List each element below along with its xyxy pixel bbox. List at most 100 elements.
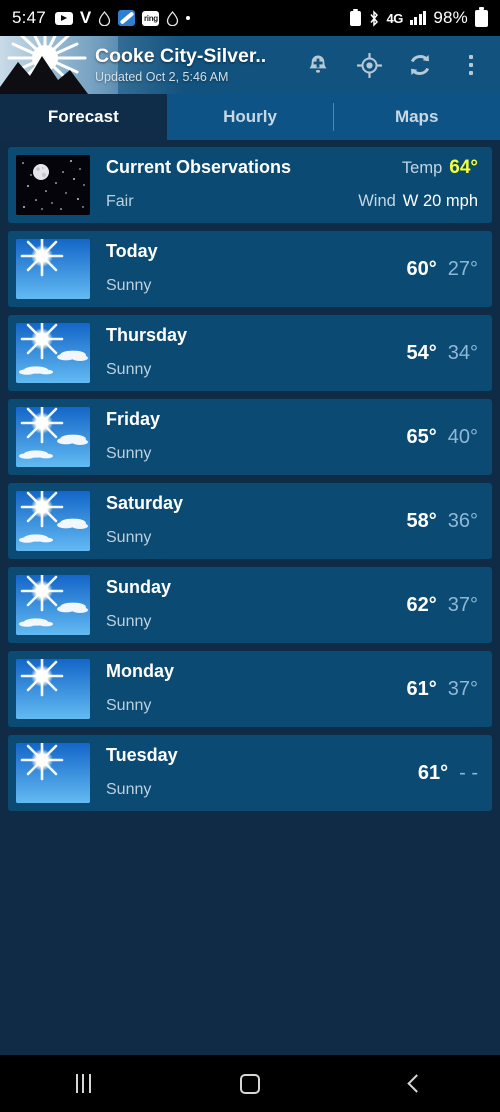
forecast-row-sunday[interactable]: Sunday Sunny 62° 37°	[8, 567, 492, 643]
forecast-day: Monday	[106, 661, 175, 681]
sunny-clouds-icon	[16, 575, 90, 635]
forecast-row-friday[interactable]: Friday Sunny 65° 40°	[8, 399, 492, 475]
forecast-temps: 54° 34°	[407, 323, 485, 383]
locate-button[interactable]	[356, 52, 382, 78]
app-header: Cooke City-Silver.. Updated Oct 2, 5:46 …	[0, 36, 500, 94]
current-observations-card[interactable]: Current Observations Fair Temp 64° Wind W …	[8, 147, 492, 223]
forecast-temps: 65° 40°	[407, 407, 485, 467]
forecast-low: 27°	[447, 257, 478, 280]
android-nav-bar	[0, 1055, 500, 1112]
ring-icon: ring	[142, 10, 160, 26]
battery-saver-icon	[349, 8, 361, 26]
forecast-row-monday[interactable]: Monday Sunny 61° 37°	[8, 651, 492, 727]
battery-percent: 98%	[433, 8, 468, 27]
v-letter-icon: V	[79, 8, 92, 27]
updated-timestamp: Updated Oct 2, 5:46 AM	[95, 69, 229, 84]
home-icon	[240, 1073, 260, 1094]
observations-text: Current Observations Fair	[90, 155, 358, 215]
forecast-row-tuesday[interactable]: Tuesday Sunny 61° - -	[8, 735, 492, 811]
drop-icon	[98, 10, 111, 26]
forecast-text: Thursday Sunny	[90, 323, 407, 383]
drop-icon-2	[166, 10, 179, 26]
forecast-high: 54°	[406, 341, 437, 364]
forecast-temps: 61° 37°	[407, 659, 485, 719]
page-title: Cooke City-Silver..	[95, 45, 267, 68]
refresh-icon	[410, 55, 430, 75]
battery-icon	[475, 7, 488, 27]
forecast-day: Friday	[106, 409, 161, 429]
recents-button[interactable]	[0, 1074, 167, 1093]
forecast-row-thursday[interactable]: Thursday Sunny 54° 34°	[8, 315, 492, 391]
forecast-high: 61°	[417, 761, 449, 784]
forecast-condition: Sunny	[106, 613, 152, 630]
forecast-high: 62°	[406, 593, 437, 616]
tab-maps[interactable]: Maps	[333, 94, 500, 140]
forecast-low: 37°	[447, 677, 478, 700]
tab-hourly[interactable]: Hourly	[167, 94, 334, 140]
forecast-day: Today	[106, 241, 158, 261]
forecast-text: Sunday Sunny	[90, 575, 407, 635]
add-alert-button[interactable]	[305, 52, 331, 78]
forecast-low: - -	[459, 761, 478, 784]
header-actions	[305, 52, 500, 78]
sunny-icon	[16, 659, 90, 719]
wind-row: Wind W 20 mph	[358, 192, 478, 211]
forecast-text: Friday Sunny	[90, 407, 407, 467]
overflow-menu-button[interactable]	[458, 52, 484, 78]
forecast-row-saturday[interactable]: Saturday Sunny 58° 36°	[8, 483, 492, 559]
forecast-day: Tuesday	[106, 745, 178, 765]
forecast-temps: 58° 36°	[407, 491, 485, 551]
refresh-button[interactable]	[407, 52, 433, 78]
wind-value: W 20 mph	[402, 192, 478, 210]
kebab-dot	[468, 70, 474, 76]
kebab-dot	[468, 54, 474, 60]
forecast-low: 34°	[447, 341, 478, 364]
back-button[interactable]	[333, 1074, 500, 1093]
forecast-condition: Sunny	[106, 361, 152, 378]
status-bar-left: 5:47 V ring	[12, 8, 191, 28]
sunny-icon	[16, 239, 90, 299]
forecast-low: 36°	[447, 509, 478, 532]
home-button[interactable]	[167, 1073, 334, 1094]
temp-value: 64°	[449, 157, 478, 178]
dot-icon	[186, 16, 191, 20]
forecast-text: Today Sunny	[90, 239, 407, 299]
observations-values: Temp 64° Wind W 20 mph	[358, 155, 484, 215]
forecast-condition: Sunny	[106, 445, 152, 462]
phone-screen: 5:47 V ring 4G 98% Cooke City-Silver.. U…	[0, 0, 500, 1112]
tab-forecast[interactable]: Forecast	[0, 94, 167, 140]
sunny-clouds-icon	[16, 491, 90, 551]
crosshair-icon	[356, 52, 382, 78]
forecast-day: Thursday	[106, 325, 188, 345]
forecast-high: 58°	[406, 509, 437, 532]
status-bar: 5:47 V ring 4G 98%	[0, 0, 500, 36]
forecast-temps: 62° 37°	[407, 575, 485, 635]
wind-label: Wind	[358, 192, 396, 210]
status-clock: 5:47	[12, 8, 46, 27]
forecast-condition: Sunny	[106, 781, 152, 798]
forecast-condition: Sunny	[106, 277, 152, 294]
network-4g-icon: 4G	[386, 10, 404, 26]
forecast-row-today[interactable]: Today Sunny 60° 27°	[8, 231, 492, 307]
sunny-clouds-icon	[16, 323, 90, 383]
forecast-low: 37°	[447, 593, 478, 616]
kebab-dot	[468, 62, 474, 68]
forecast-high: 60°	[406, 257, 437, 280]
forecast-list: Current Observations Fair Temp 64° Wind W …	[0, 140, 500, 811]
forecast-day: Sunday	[106, 577, 172, 597]
forecast-condition: Sunny	[106, 697, 152, 714]
forecast-day: Saturday	[106, 493, 184, 513]
forecast-high: 61°	[406, 677, 437, 700]
forecast-condition: Sunny	[106, 529, 152, 546]
youtube-icon	[54, 11, 73, 25]
back-icon	[407, 1074, 426, 1093]
sunny-icon	[16, 743, 90, 803]
recents-icon	[75, 1074, 91, 1093]
forecast-temps: 61° - -	[418, 743, 484, 803]
header-titles: Cooke City-Silver.. Updated Oct 2, 5:46 …	[95, 45, 305, 84]
forecast-text: Saturday Sunny	[90, 491, 407, 551]
temp-row: Temp 64°	[402, 157, 478, 179]
temp-label: Temp	[401, 159, 443, 177]
tab-bar: Forecast Hourly Maps	[0, 94, 500, 140]
forecast-high: 65°	[406, 425, 437, 448]
